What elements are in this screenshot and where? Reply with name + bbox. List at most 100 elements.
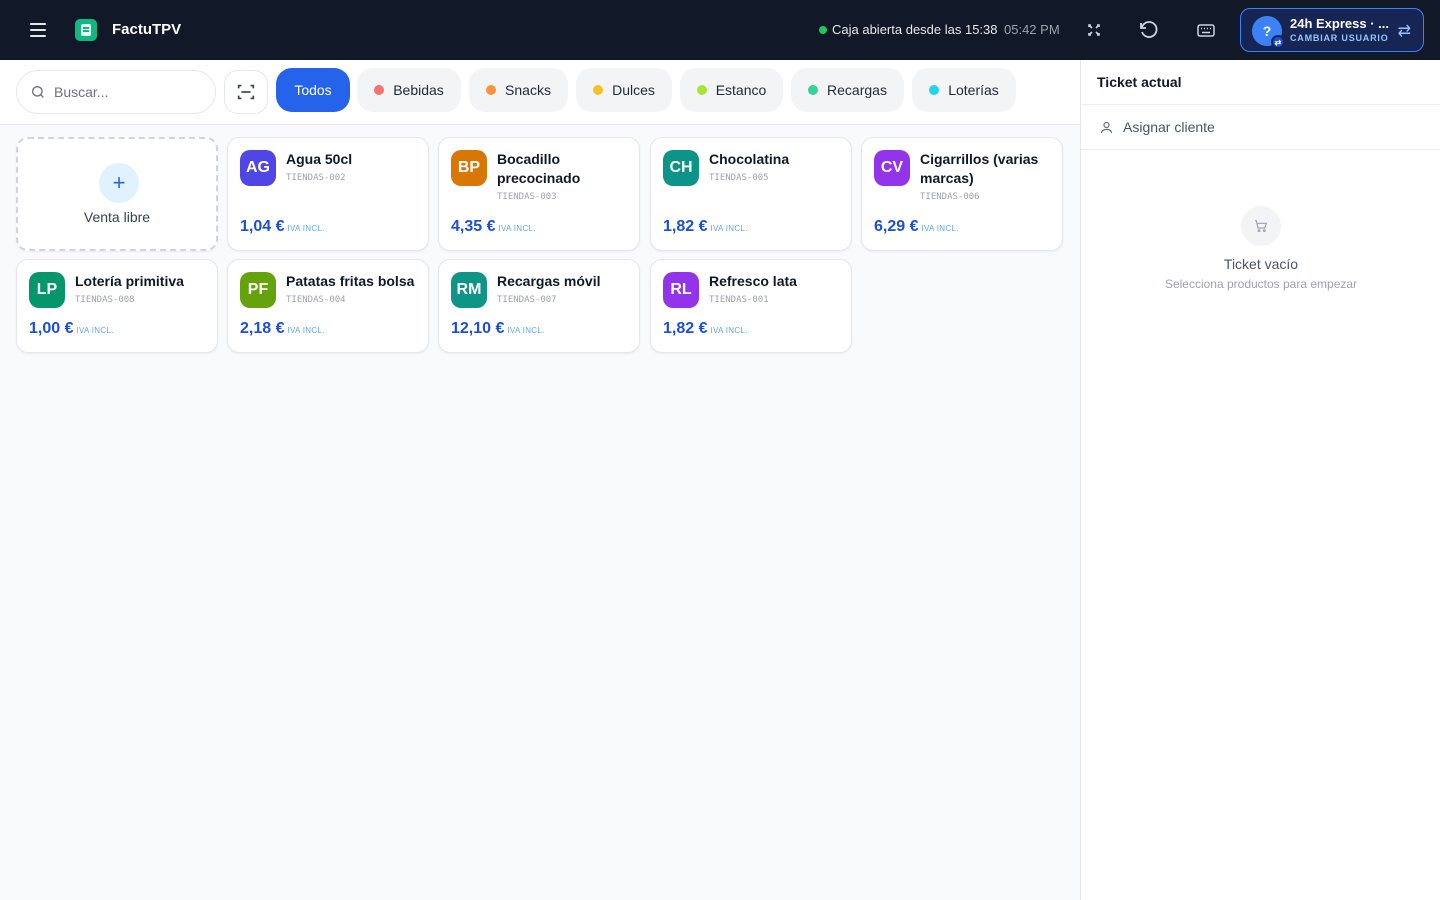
category-chip[interactable]: Dulces [576, 68, 672, 112]
product-sku: TIENDAS-004 [286, 295, 346, 305]
search-box[interactable] [16, 70, 216, 114]
fullscreen-icon[interactable] [1082, 18, 1106, 42]
product-price-row: 2,18 € IVA INCL. [240, 320, 325, 338]
top-bar: FactuTPV Caja abierta desde las 15:38 05… [0, 0, 1440, 60]
product-price: 2,18 € [240, 320, 285, 337]
divider [1081, 149, 1440, 150]
user-icon [1100, 121, 1113, 133]
menu-icon[interactable] [26, 18, 50, 42]
product-name: Lotería primitiva [75, 273, 184, 289]
product-price-row: 1,00 € IVA INCL. [29, 320, 114, 338]
product-avatar: PF [240, 272, 276, 308]
product-sku: TIENDAS-005 [709, 173, 769, 183]
category-dot-icon [929, 85, 940, 95]
category-chip[interactable]: Loterías [912, 68, 1016, 112]
product-avatar: AG [240, 150, 276, 186]
product-card[interactable]: AG Agua 50cl TIENDAS-002 1,04 € IVA INCL. [227, 137, 429, 251]
product-sku: TIENDAS-001 [709, 295, 769, 305]
category-dot-icon [486, 85, 497, 95]
category-chip[interactable]: Recargas [791, 68, 904, 112]
product-sku: TIENDAS-006 [920, 192, 980, 202]
category-chip[interactable]: Todos [276, 68, 350, 112]
product-price: 4,35 € [451, 218, 496, 235]
switch-user-button[interactable]: ? ⇄ 24h Express · ... CAMBIAR USUARIO ⇄ [1240, 8, 1424, 52]
category-label: Snacks [505, 82, 551, 98]
free-sale-label: Venta libre [83, 209, 151, 225]
category-dot-icon [593, 85, 604, 95]
category-label: Loterías [948, 82, 999, 98]
product-card[interactable]: RL Refresco lata TIENDAS-001 1,82 € IVA INCL… [650, 259, 852, 353]
iva-label: IVA INCL. [287, 326, 325, 335]
product-sku: TIENDAS-002 [286, 173, 346, 183]
iva-label: IVA INCL. [921, 224, 959, 233]
swap-icon: ⇄ [1397, 23, 1411, 40]
status-dot-icon [819, 26, 827, 34]
product-sku: TIENDAS-003 [497, 192, 557, 202]
product-avatar: LP [29, 272, 65, 308]
product-name: Cigarrillos (varias marcas) [920, 151, 1039, 186]
empty-ticket-subtitle: Selecciona productos para empezar [1164, 277, 1358, 291]
category-dot-icon [696, 85, 707, 95]
product-name: Bocadillo precocinado [497, 151, 581, 186]
product-name: Chocolatina [709, 151, 790, 167]
product-avatar: RM [451, 272, 487, 308]
product-price: 1,82 € [663, 218, 708, 235]
product-card[interactable]: CV Cigarrillos (varias marcas) TIENDAS-006… [861, 137, 1063, 251]
iva-label: IVA INCL. [710, 224, 748, 233]
product-price-row: 12,10 € IVA INCL. [451, 320, 545, 338]
category-dot-icon [374, 85, 385, 95]
product-price-row: 6,29 € IVA INCL. [874, 218, 959, 236]
cart-icon [1241, 206, 1281, 246]
barcode-scan-button[interactable] [224, 70, 268, 114]
user-name: 24h Express · ... [1290, 16, 1389, 31]
product-price: 1,82 € [663, 320, 708, 337]
product-price: 12,10 € [451, 320, 505, 337]
product-card[interactable]: BP Bocadillo precocinado TIENDAS-003 4,35 €… [438, 137, 640, 251]
app-title: FactuTPV [112, 21, 182, 38]
scan-icon [237, 84, 255, 100]
assign-client-button[interactable]: Asignar cliente [1081, 105, 1440, 149]
search-icon [32, 86, 44, 98]
product-name: Recargas móvil [497, 273, 601, 289]
product-name: Patatas fritas bolsa [286, 273, 415, 289]
product-card[interactable]: PF Patatas fritas bolsa TIENDAS-004 2,18 € I… [227, 259, 429, 353]
category-label: Recargas [827, 82, 887, 98]
category-label: Todos [294, 82, 332, 98]
iva-label: IVA INCL. [498, 224, 536, 233]
iva-label: IVA INCL. [76, 326, 114, 335]
product-card[interactable]: CH Chocolatina TIENDAS-005 1,82 € IVA INCL. [650, 137, 852, 251]
category-chip[interactable]: Snacks [469, 68, 568, 112]
plus-icon: + [99, 163, 139, 203]
category-chip[interactable]: Bebidas [357, 68, 461, 112]
refresh-icon[interactable] [1137, 18, 1161, 42]
category-label: Estanco [715, 82, 767, 98]
iva-label: IVA INCL. [710, 326, 748, 335]
filter-bar: Todos Bebidas Snacks Dulces Estanco Recargas L… [0, 60, 1080, 125]
product-price-row: 1,82 € IVA INCL. [663, 218, 748, 236]
assign-client-label: Asignar cliente [1123, 119, 1215, 135]
app-logo-icon [75, 19, 97, 41]
free-sale-card[interactable]: + Venta libre [16, 137, 218, 251]
product-avatar: CH [663, 150, 699, 186]
keyboard-icon[interactable] [1194, 18, 1218, 42]
empty-ticket-title: Ticket vacío [1223, 256, 1299, 272]
product-price: 1,04 € [240, 218, 285, 235]
product-sku: TIENDAS-008 [75, 295, 135, 305]
swap-badge-icon: ⇄ [1271, 35, 1285, 49]
product-name: Agua 50cl [286, 151, 353, 167]
clock: 05:42 PM [1004, 22, 1060, 37]
product-sku: TIENDAS-007 [497, 295, 557, 305]
category-chip[interactable]: Estanco [680, 68, 783, 112]
product-price: 1,00 € [29, 320, 74, 337]
search-input[interactable] [54, 84, 204, 100]
product-price: 6,29 € [874, 218, 919, 235]
product-name: Refresco lata [709, 273, 797, 289]
product-card[interactable]: LP Lotería primitiva TIENDAS-008 1,00 € IVA … [16, 259, 218, 353]
user-avatar: ? ⇄ [1252, 16, 1285, 49]
product-card[interactable]: RM Recargas móvil TIENDAS-007 12,10 € IVA IN… [438, 259, 640, 353]
iva-label: IVA INCL. [507, 326, 545, 335]
category-label: Bebidas [393, 82, 444, 98]
product-avatar: CV [874, 150, 910, 186]
ticket-panel: Ticket actual Asignar cliente Ticket vac… [1080, 60, 1440, 900]
register-status: Caja abierta desde las 15:38 [832, 22, 998, 37]
